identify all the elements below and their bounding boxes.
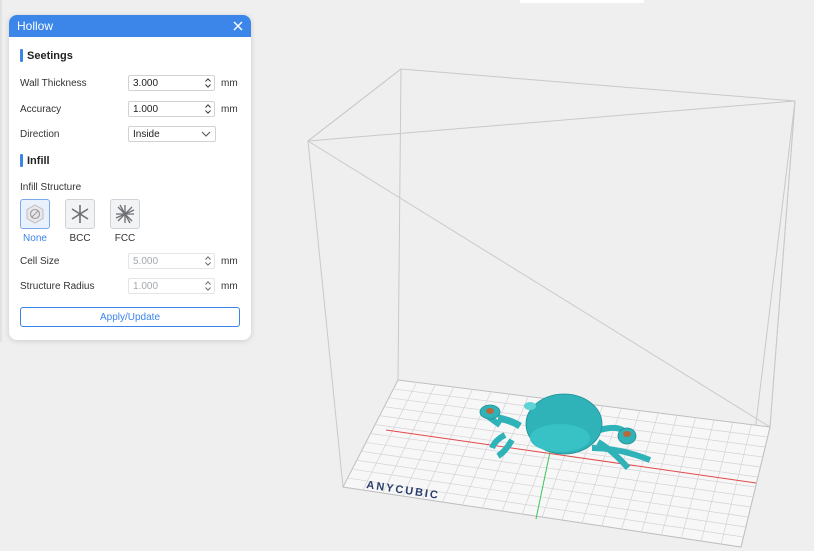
- chevron-down-icon: [205, 84, 211, 88]
- cell-size-input[interactable]: [129, 254, 203, 268]
- chevron-up-icon: [205, 78, 211, 82]
- structure-radius-unit: mm: [221, 281, 238, 292]
- chevron-down-icon: [201, 131, 211, 137]
- wall-thickness-field[interactable]: [128, 75, 215, 91]
- chevron-down-icon: [205, 262, 211, 266]
- decrement-button[interactable]: [204, 286, 212, 292]
- infill-section-header: Infill: [20, 154, 50, 167]
- infill-option-none[interactable]: [20, 199, 50, 229]
- fcc-icon: [115, 204, 135, 224]
- section-marker: [20, 49, 23, 62]
- settings-section-header: Seetings: [20, 49, 73, 62]
- chevron-down-icon: [205, 110, 211, 114]
- direction-select[interactable]: Inside: [128, 126, 216, 142]
- wall-thickness-label: Wall Thickness: [20, 78, 87, 89]
- close-button[interactable]: [229, 17, 247, 35]
- none-icon: [26, 204, 44, 224]
- structure-radius-input[interactable]: [129, 279, 203, 293]
- accuracy-unit: mm: [221, 104, 238, 115]
- close-icon: [233, 21, 243, 31]
- accuracy-label: Accuracy: [20, 104, 62, 115]
- wall-thickness-input[interactable]: [129, 76, 203, 90]
- decrement-button[interactable]: [204, 109, 212, 115]
- accuracy-input[interactable]: [129, 102, 203, 116]
- infill-option-fcc[interactable]: [110, 199, 140, 229]
- cell-size-label: Cell Size: [20, 256, 60, 267]
- settings-header-label: Seetings: [27, 49, 73, 62]
- accuracy-stepper[interactable]: [204, 103, 212, 116]
- infill-header-label: Infill: [27, 154, 50, 167]
- infill-label-bcc: BCC: [69, 233, 91, 244]
- infill-option-bcc[interactable]: [65, 199, 95, 229]
- hollow-panel: Hollow Seetings Wall Thickness mm Accura…: [9, 15, 251, 340]
- accuracy-field[interactable]: [128, 101, 215, 117]
- chevron-up-icon: [205, 281, 211, 285]
- structure-radius-stepper[interactable]: [204, 280, 212, 293]
- structure-radius-field[interactable]: [128, 278, 215, 294]
- infill-label-fcc: FCC: [114, 233, 136, 244]
- chevron-down-icon: [205, 287, 211, 291]
- infill-label-none: None: [23, 233, 47, 244]
- cell-size-unit: mm: [221, 256, 238, 267]
- chevron-up-icon: [205, 256, 211, 260]
- decrement-button[interactable]: [204, 261, 212, 267]
- decrement-button[interactable]: [204, 83, 212, 89]
- infill-structure-label: Infill Structure: [20, 182, 82, 193]
- structure-radius-label: Structure Radius: [20, 281, 95, 292]
- chevron-up-icon: [205, 104, 211, 108]
- wall-thickness-unit: mm: [221, 78, 238, 89]
- cell-size-stepper[interactable]: [204, 255, 212, 268]
- cell-size-field[interactable]: [128, 253, 215, 269]
- direction-label: Direction: [20, 129, 60, 140]
- wall-thickness-stepper[interactable]: [204, 77, 212, 90]
- direction-value: Inside: [133, 129, 160, 140]
- panel-title: Hollow: [17, 19, 54, 33]
- bcc-icon: [71, 205, 89, 223]
- panel-header: Hollow: [9, 15, 251, 37]
- apply-update-button[interactable]: Apply/Update: [20, 307, 240, 327]
- section-marker: [20, 154, 23, 167]
